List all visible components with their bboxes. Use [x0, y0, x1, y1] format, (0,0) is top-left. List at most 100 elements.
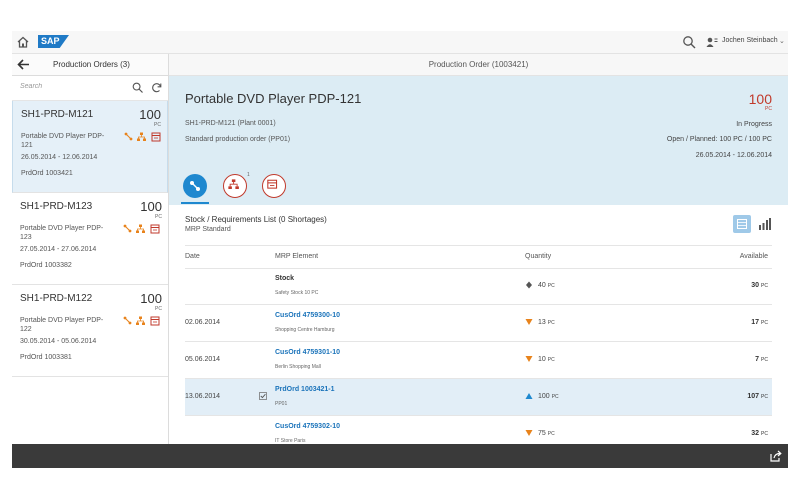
bar-chart-icon[interactable] — [758, 218, 771, 230]
tab-hierarchy[interactable] — [223, 174, 247, 198]
column-header-quantity[interactable]: Quantity — [525, 253, 551, 260]
open-planned-text: Open / Planned: 100 PC / 100 PC — [666, 136, 772, 143]
icon-tab-bar: 1 — [181, 172, 303, 204]
row-available-value: 7 — [755, 356, 760, 363]
diamond-icon — [526, 281, 532, 289]
chevron-down-icon[interactable]: ⌄ — [779, 37, 785, 45]
item-unit: PC — [155, 214, 162, 220]
row-date: 05.06.2014 — [185, 356, 221, 363]
table-row[interactable]: CusOrd 4759302-10 IT Store Paris 75 PC 32 PC — [185, 416, 772, 444]
row-mrp-element[interactable]: CusOrd 4759301-10 — [275, 349, 340, 356]
row-quantity-unit: PC — [551, 394, 559, 400]
row-quantity-unit: PC — [547, 357, 555, 363]
row-available-value: 17 — [751, 319, 760, 326]
search-icon[interactable] — [682, 35, 696, 49]
item-description: Portable DVD Player PDP-123 — [20, 225, 104, 241]
row-mrp-subtext: Berlin Shopping Mall — [275, 364, 321, 370]
table-row[interactable]: 13.06.2014 PrdOrd 1003421-1 PP01 100 PC 107 PC — [185, 379, 772, 416]
row-available-unit: PC — [761, 431, 768, 437]
share-icon[interactable] — [770, 450, 782, 462]
triangle-down-icon — [525, 319, 533, 325]
search-bar — [12, 76, 168, 101]
item-dates: 26.05.2014 - 12.06.2014 — [21, 154, 98, 161]
table-toolbar: Stock / Requirements List (0 Shortages) … — [169, 205, 788, 245]
row-mrp-subtext: PP01 — [275, 401, 288, 407]
list-item[interactable]: SH1-PRD-M122 100 PC Portable DVD Player … — [12, 285, 168, 377]
row-mrp-element[interactable]: PrdOrd 1003421-1 — [275, 386, 335, 393]
components-icon — [190, 181, 200, 191]
row-quantity: 75 PC — [538, 430, 555, 437]
footer-bar — [12, 444, 788, 468]
table-row[interactable]: 02.06.2014 CusOrd 4759300-10 Shopping Cent… — [185, 305, 772, 342]
hierarchy-icon — [228, 179, 239, 189]
object-header: Portable DVD Player PDP-121 100 PC SH1-P… — [169, 76, 788, 205]
row-available: 32 PC — [751, 430, 768, 437]
object-dates: 26.05.2014 - 12.06.2014 — [695, 152, 772, 159]
row-available: 7 PC — [755, 356, 768, 363]
search-icon[interactable] — [132, 82, 143, 93]
components-icon — [123, 316, 132, 325]
table-view-button[interactable] — [733, 215, 751, 233]
triangle-down-icon — [525, 430, 533, 436]
list-item[interactable]: SH1-PRD-M123 100 PC Portable DVD Player … — [12, 193, 168, 285]
home-icon[interactable] — [17, 36, 29, 48]
table-row[interactable]: 05.06.2014 CusOrd 4759301-10 Berlin Shoppi… — [185, 342, 772, 379]
master-list: Production Orders (3) SH1-PRD-M121 100 P… — [12, 54, 169, 444]
item-status-icons — [123, 224, 160, 234]
item-title: SH1-PRD-M122 — [20, 293, 93, 304]
column-header-date[interactable]: Date — [185, 253, 200, 260]
search-input[interactable] — [20, 83, 120, 90]
row-quantity-value: 10 — [538, 356, 546, 363]
row-quantity: 40 PC — [538, 282, 555, 289]
detail-pane: Production Order (1003421) Portable DVD … — [169, 54, 788, 444]
components-icon — [124, 132, 133, 141]
hierarchy-icon — [136, 316, 145, 325]
item-unit: PC — [154, 122, 161, 128]
item-description: Portable DVD Player PDP-122 — [20, 317, 104, 333]
calendar-icon — [267, 179, 278, 189]
object-material: SH1-PRD-M121 (Plant 0001) — [185, 120, 276, 127]
table-subtitle: MRP Standard — [185, 226, 231, 233]
row-available-value: 107 — [747, 393, 760, 400]
components-icon — [123, 224, 132, 233]
tab-stock-requirements[interactable] — [183, 174, 207, 198]
user-icon[interactable] — [706, 36, 718, 48]
row-quantity: 10 PC — [538, 356, 555, 363]
column-header-mrp-element[interactable]: MRP Element — [275, 253, 318, 260]
item-order-number: PrdOrd 1003382 — [20, 262, 72, 269]
app-window: SAP Jochen Steinbach ⌄ Production Orders… — [12, 31, 788, 468]
back-arrow-icon[interactable] — [17, 59, 30, 70]
row-quantity: 100 PC — [538, 393, 559, 400]
row-mrp-element[interactable]: CusOrd 4759302-10 — [275, 423, 340, 430]
checkbox-icon[interactable] — [259, 392, 267, 400]
table-row[interactable]: Stock Safety Stock 10 PC 40 PC 30 PC — [185, 268, 772, 305]
calendar-icon — [150, 224, 160, 234]
row-available: 107 PC — [747, 393, 768, 400]
item-quantity: 100 — [140, 199, 162, 214]
object-order-type: Standard production order (PP01) — [185, 136, 291, 143]
row-available: 30 PC — [751, 282, 768, 289]
item-title: SH1-PRD-M121 — [21, 109, 94, 120]
user-name[interactable]: Jochen Steinbach — [722, 37, 778, 44]
triangle-down-icon — [525, 356, 533, 362]
triangle-up-icon — [525, 393, 533, 399]
tab-schedule[interactable] — [262, 174, 286, 198]
item-unit: PC — [155, 306, 162, 312]
table-icon — [737, 219, 747, 229]
row-mrp-subtext: Safety Stock 10 PC — [275, 290, 319, 296]
row-mrp-element[interactable]: CusOrd 4759300-10 — [275, 312, 340, 319]
refresh-icon[interactable] — [151, 82, 162, 93]
detail-title: Production Order (1003421) — [428, 60, 529, 69]
list-item[interactable]: SH1-PRD-M121 100 PC Portable DVD Player … — [12, 101, 168, 193]
master-header: Production Orders (3) — [12, 54, 168, 76]
row-quantity: 13 PC — [538, 319, 555, 326]
item-order-number: PrdOrd 1003421 — [21, 170, 73, 177]
item-description: Portable DVD Player PDP-121 — [21, 133, 105, 149]
row-available-unit: PC — [761, 320, 768, 326]
row-date: 13.06.2014 — [185, 393, 221, 400]
row-mrp-element: Stock — [275, 275, 295, 282]
table-header: Date MRP Element Quantity Available — [185, 245, 772, 269]
shell-bar: SAP Jochen Steinbach ⌄ — [12, 31, 788, 54]
master-title: Production Orders (3) — [53, 60, 130, 69]
column-header-available[interactable]: Available — [740, 253, 768, 260]
